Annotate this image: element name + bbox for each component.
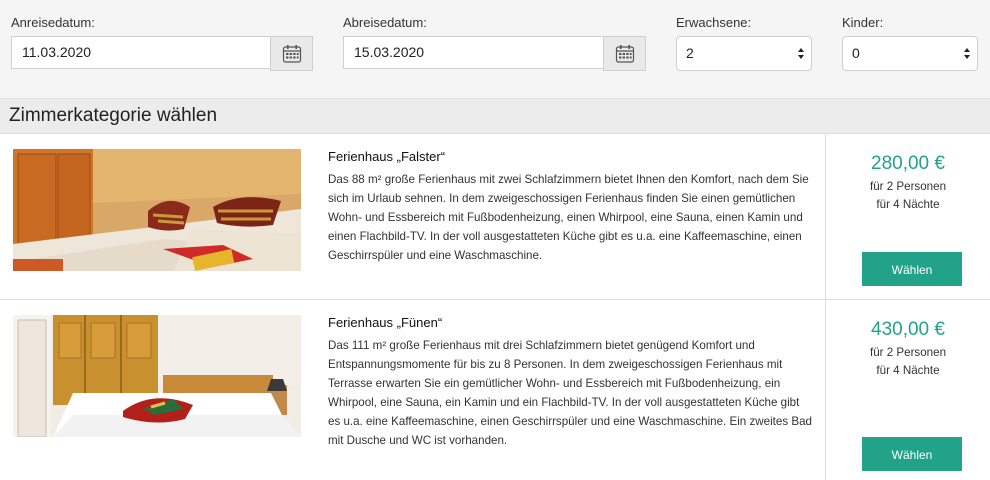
booking-filter-bar: Anreisedatum: 11.03.2020 Abreisedatum: 1… [0, 0, 990, 98]
room-row-falster: Ferienhaus „Falster“ Das 88 m² große Fer… [0, 134, 990, 300]
adults-select[interactable]: 2 [676, 36, 812, 71]
calendar-icon [615, 44, 634, 63]
section-title: Zimmerkategorie wählen [9, 105, 218, 126]
adults-label: Erwachsene: [676, 15, 752, 30]
children-label: Kinder: [842, 15, 884, 30]
departure-date-input[interactable]: 15.03.2020 [343, 36, 604, 69]
section-header: Zimmerkategorie wählen [0, 98, 990, 134]
departure-date-label: Abreisedatum: [343, 15, 427, 30]
room-row-fuenen: Ferienhaus „Fünen“ Das 111 m² große Feri… [0, 300, 990, 480]
room-description-falster: Das 88 m² große Ferienhaus mit zwei Schl… [328, 173, 809, 262]
room-description-fuenen: Das 111 m² große Ferienhaus mit drei Sch… [328, 339, 812, 447]
children-select[interactable]: 0 [842, 36, 978, 71]
room-price-fuenen: 430,00 € [871, 319, 945, 340]
select-arrows-icon [798, 48, 804, 59]
departure-calendar-button[interactable] [603, 36, 646, 71]
choose-button-fuenen[interactable]: Wählen [862, 437, 962, 471]
room-photo-falster [13, 149, 301, 271]
room-nights-fuenen: für 4 Nächte [876, 364, 940, 377]
room-persons-falster: für 2 Personen [869, 180, 947, 193]
room-name-fuenen: Ferienhaus „Fünen“ [328, 315, 443, 330]
room-nights-falster: für 4 Nächte [876, 198, 940, 211]
calendar-icon [282, 44, 301, 63]
room-photo-fuenen [13, 315, 301, 437]
children-select-value: 0 [852, 45, 860, 61]
select-arrows-icon [964, 48, 970, 59]
choose-button-falster[interactable]: Wählen [862, 252, 962, 286]
arrival-date-label: Anreisedatum: [11, 15, 95, 30]
room-price-falster: 280,00 € [871, 153, 945, 174]
room-name-falster: Ferienhaus „Falster“ [328, 149, 446, 164]
adults-select-value: 2 [686, 45, 694, 61]
arrival-date-input[interactable]: 11.03.2020 [11, 36, 271, 69]
room-persons-fuenen: für 2 Personen [869, 346, 947, 359]
arrival-calendar-button[interactable] [270, 36, 313, 71]
